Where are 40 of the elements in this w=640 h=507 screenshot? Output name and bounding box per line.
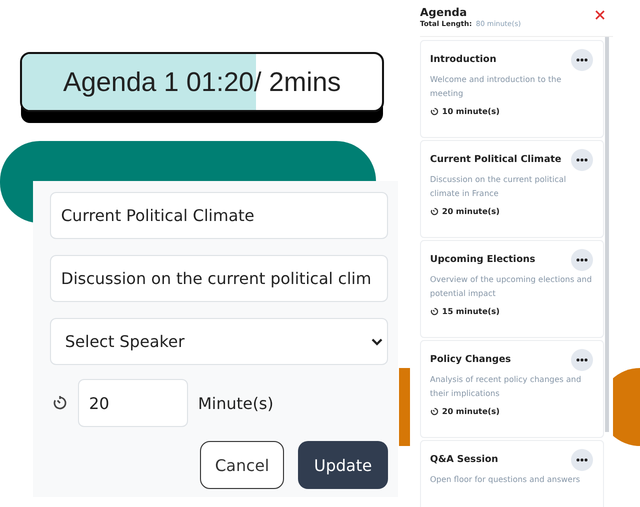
agenda-item-description: Discussion on the current political climate in France (430, 174, 567, 200)
close-icon[interactable] (595, 10, 605, 20)
timer-icon (430, 407, 439, 416)
agenda-item-title: Policy Changes (430, 354, 511, 365)
timer-icon (52, 395, 68, 411)
more-options-icon[interactable] (571, 249, 593, 271)
more-options-icon[interactable] (571, 149, 593, 171)
cancel-button[interactable]: Cancel (200, 441, 284, 489)
more-options-icon[interactable] (571, 349, 593, 371)
agenda-item-description: Open floor for questions and answers (430, 474, 582, 486)
agenda-card[interactable]: Policy Changes Analysis of recent policy changes and their implications 20 minute(s) (420, 340, 604, 438)
agenda-card[interactable]: Q&A Session Open floor for questions and answers (420, 440, 604, 507)
agenda-item-title: Upcoming Elections (430, 254, 536, 265)
timer-icon (430, 107, 439, 116)
speaker-select[interactable]: Select Speaker (50, 318, 388, 365)
agenda-card[interactable]: Introduction Welcome and introduction to the meeting 10 minute(s) (420, 40, 604, 138)
agenda-item-duration: 10 minute(s) (442, 107, 500, 116)
agenda-item-title: Current Political Climate (430, 154, 562, 165)
agenda-item-description: Overview of the upcoming elections and potential impact (430, 274, 593, 300)
description-input[interactable]: Discussion on the current political clim (50, 255, 388, 302)
unit-label: Minute(s) (198, 394, 274, 412)
agenda-card[interactable]: Current Political Climate Discussion on the current political climate in France 20 minute(s) (420, 140, 604, 238)
agenda-item-title: Q&A Session (430, 454, 498, 465)
agenda-card[interactable]: Upcoming Elections Overview of the upcoming elections and potential impact 15 minute(s) (420, 240, 604, 338)
agenda-item-duration: 15 minute(s) (442, 307, 500, 316)
more-options-icon[interactable] (571, 449, 593, 471)
agenda-item-title: Introduction (430, 54, 496, 65)
agenda-title: Agenda (420, 6, 468, 19)
progress-label: Agenda 1 01:20/ 2mins (63, 66, 341, 98)
timer-icon (430, 207, 439, 216)
timer-icon (430, 307, 439, 316)
agenda-item-duration: 20 minute(s) (442, 207, 500, 216)
agenda-item-duration: 20 minute(s) (442, 407, 500, 416)
title-input[interactable]: Current Political Climate (50, 192, 388, 239)
duration-input[interactable]: 20 (78, 379, 188, 427)
agenda-item-description: Analysis of recent policy changes and their implications (430, 374, 582, 400)
more-options-icon[interactable] (571, 49, 593, 71)
update-button[interactable]: Update (298, 441, 388, 489)
agenda-item-description: Welcome and introduction to the meeting (430, 74, 562, 100)
chevron-down-icon (371, 338, 383, 346)
